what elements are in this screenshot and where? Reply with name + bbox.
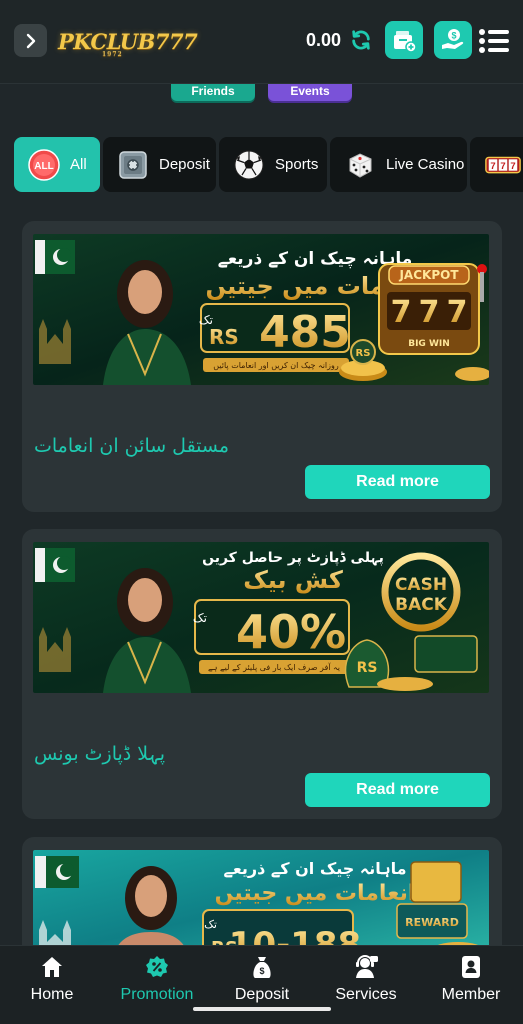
support-agent-icon bbox=[356, 955, 378, 978]
logo-subtext: 1972 bbox=[102, 51, 123, 58]
nav-home[interactable]: Home bbox=[2, 954, 102, 1014]
svg-text:$: $ bbox=[451, 31, 456, 41]
banner-currency: RS bbox=[209, 325, 239, 349]
promotion-icon bbox=[146, 956, 168, 977]
nav-label: Deposit bbox=[234, 986, 290, 1003]
banner-badge-bottom: BIG WIN bbox=[408, 339, 450, 349]
all-icon: ALL bbox=[28, 148, 60, 181]
svg-text:7: 7 bbox=[419, 295, 440, 330]
app-header: PKCLUB777 1972 0.00 $ bbox=[0, 0, 523, 84]
nav-deposit[interactable]: $ Deposit bbox=[212, 954, 312, 1014]
banner-amount: 40% bbox=[236, 605, 346, 659]
promo-banner-signin[interactable]: ماہانہ چیک ان کے ذریعے انعامات میں جیتیں… bbox=[33, 234, 489, 385]
slot-777-icon: 7 7 7 bbox=[485, 156, 521, 173]
nav-label: Promotion bbox=[120, 986, 194, 1003]
nav-label: Services bbox=[335, 986, 397, 1003]
banner-badge-top: REWARD bbox=[405, 916, 459, 929]
logo-text: PKCLUB777 bbox=[58, 28, 198, 54]
category-label: Live Casino bbox=[386, 156, 465, 173]
soccer-ball-icon bbox=[234, 150, 264, 179]
category-live-casino[interactable]: Live Casino bbox=[330, 137, 467, 192]
dice-icon bbox=[349, 152, 372, 178]
nav-promotion[interactable]: Promotion bbox=[107, 954, 207, 1014]
friends-tab[interactable]: Friends bbox=[171, 84, 255, 101]
banner-subheadline: کش بیک bbox=[243, 566, 343, 594]
banner-badge-top: CASH bbox=[395, 575, 447, 595]
svg-text:$: $ bbox=[259, 966, 264, 976]
events-tab[interactable]: Events bbox=[268, 84, 352, 101]
promo-category-tabs: ALL All Deposit Sports Live Casino 7 7 7 bbox=[0, 137, 523, 193]
nav-label: Home bbox=[30, 986, 74, 1003]
svg-text:RS: RS bbox=[356, 348, 371, 359]
banner-badge-top: JACKPOT bbox=[398, 268, 459, 282]
refresh-icon[interactable] bbox=[350, 29, 372, 51]
wallet-add-icon bbox=[394, 31, 417, 53]
bottom-navigation: Home Promotion $ Deposit Services Member bbox=[0, 945, 523, 1024]
promo-title: مستقل سائن ان انعامات bbox=[34, 435, 230, 457]
read-more-button[interactable]: Read more bbox=[305, 773, 490, 807]
svg-text:7: 7 bbox=[447, 295, 468, 330]
promo-banner-cashback[interactable]: پہلی ڈپازٹ پر حاصل کریں کش بیک تک 40% یہ… bbox=[33, 542, 489, 693]
wallet-balance: 0.00 bbox=[306, 30, 342, 50]
menu-icon[interactable] bbox=[478, 28, 510, 54]
money-bag-icon: $ bbox=[253, 957, 271, 978]
safe-icon bbox=[119, 150, 147, 179]
category-slots[interactable]: 7 7 7 bbox=[470, 137, 523, 192]
withdraw-button[interactable]: $ bbox=[434, 21, 472, 59]
brand-logo[interactable]: PKCLUB777 1972 bbox=[58, 26, 198, 59]
banner-amount: 485 bbox=[259, 307, 351, 358]
svg-text:ALL: ALL bbox=[34, 161, 53, 172]
banner-headline: پہلی ڈپازٹ پر حاصل کریں bbox=[202, 550, 384, 566]
promo-banner-reward[interactable]: ماہانہ چیک ان کے ذریعے انعامات میں جیتیں… bbox=[33, 850, 489, 958]
svg-text:7: 7 bbox=[391, 295, 412, 330]
svg-text:7: 7 bbox=[510, 160, 515, 171]
promo-card[interactable]: پہلی ڈپازٹ پر حاصل کریں کش بیک تک 40% یہ… bbox=[22, 529, 502, 819]
nav-member[interactable]: Member bbox=[421, 954, 521, 1014]
category-label: Sports bbox=[275, 156, 319, 173]
banner-footer: یہ آفر صرف ایک بار فی پلیئر کے لیے ہے bbox=[208, 662, 340, 672]
home-icon bbox=[42, 957, 62, 977]
banner-badge-bottom: BACK bbox=[395, 595, 448, 615]
nav-services[interactable]: Services bbox=[316, 954, 416, 1014]
member-card-icon bbox=[462, 956, 480, 978]
read-more-button[interactable]: Read more bbox=[305, 465, 490, 499]
home-indicator bbox=[193, 1007, 331, 1011]
svg-text:7: 7 bbox=[500, 160, 505, 171]
hand-money-icon: $ bbox=[442, 29, 464, 49]
banner-footer: روزانہ چیک ان کریں اور انعامات پائیں bbox=[213, 361, 339, 370]
nav-label: Member bbox=[441, 986, 501, 1003]
category-all[interactable]: ALL All bbox=[14, 137, 100, 192]
category-deposit[interactable]: Deposit bbox=[103, 137, 216, 192]
promo-title: پہلا ڈپازٹ بونس bbox=[34, 743, 166, 765]
banner-prefix: تک bbox=[193, 611, 207, 625]
expand-button[interactable] bbox=[14, 24, 47, 57]
svg-text:RS: RS bbox=[357, 660, 378, 676]
promo-card[interactable]: ماہانہ چیک ان کے ذریعے انعامات میں جیتیں… bbox=[22, 221, 502, 512]
banner-subheadline: انعامات میں جیتیں bbox=[215, 881, 416, 906]
category-sports[interactable]: Sports bbox=[219, 137, 327, 192]
category-label: All bbox=[70, 156, 87, 173]
deposit-wallet-button[interactable] bbox=[385, 21, 423, 59]
chevron-right-icon bbox=[26, 33, 35, 48]
banner-headline: ماہانہ چیک ان کے ذریعے bbox=[223, 859, 406, 879]
category-label: Deposit bbox=[159, 156, 210, 173]
banner-prefix: تک bbox=[204, 918, 217, 931]
svg-text:7: 7 bbox=[490, 160, 495, 171]
